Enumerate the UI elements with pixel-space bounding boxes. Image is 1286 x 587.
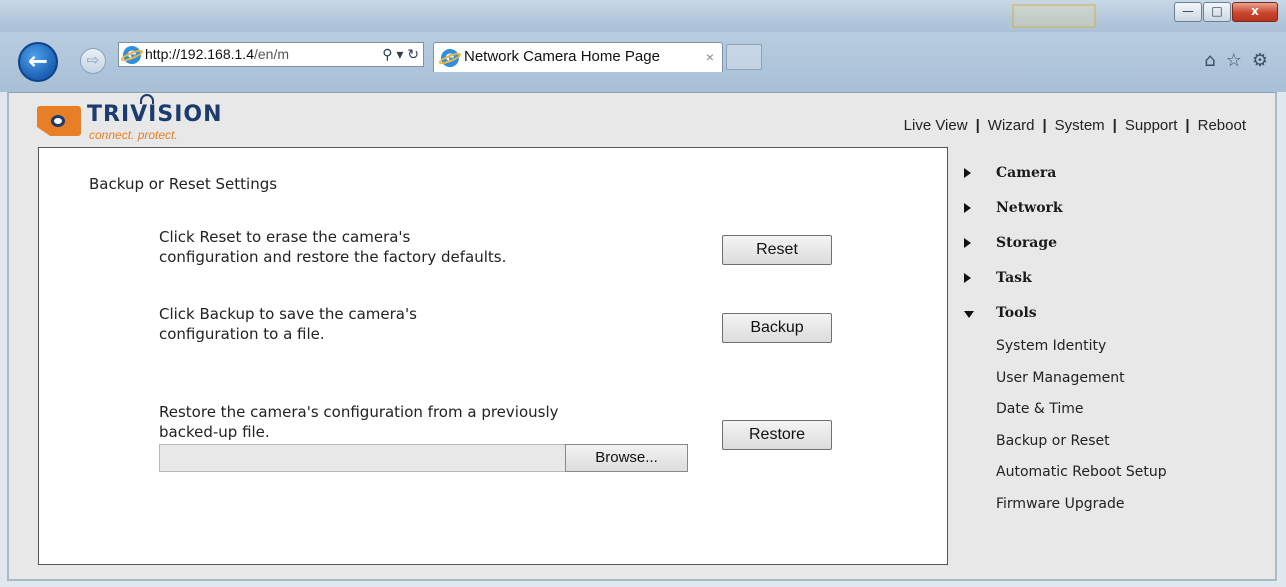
ie-tab-icon: e [437,49,463,67]
sidebar-item-network[interactable]: Network [964,196,1264,231]
page-title: Backup or Reset Settings [89,175,278,193]
top-navigation: Live View | Wizard | System | Support | Reboot [903,117,1246,134]
browse-button[interactable]: Browse... [565,444,688,472]
restore-button[interactable]: Restore [722,420,832,450]
expand-arrow-icon [964,273,971,283]
sidebar-subitem-user-management[interactable]: User Management [964,368,1264,400]
back-arrow-icon: ← [27,47,49,75]
tab-close-icon[interactable]: × [706,43,714,71]
search-icon[interactable]: ⚲ [382,46,392,62]
dropdown-arrow-icon[interactable]: ▾ [396,46,403,62]
favorites-star-icon[interactable]: ☆ [1226,50,1242,71]
restore-description: Restore the camera's configuration from … [159,403,559,441]
sidebar-item-task[interactable]: Task [964,266,1264,301]
sidebar-item-tools[interactable]: Tools [964,301,1264,336]
logo-name: TRIVISION [87,102,223,127]
nav-wizard[interactable]: Wizard [988,117,1035,134]
address-tools: ⚲ ▾ ↻ [382,43,419,66]
background-ribbon-box [1012,4,1096,28]
reset-button[interactable]: Reset [722,235,832,265]
settings-panel: Backup or Reset Settings Click Reset to … [38,147,948,565]
address-host: http://192.168.1.4 [145,46,254,62]
minimize-button[interactable]: — [1174,2,1202,22]
trivision-logo[interactable]: TRIVISION connect. protect. [37,94,237,142]
maximize-button[interactable]: □ [1203,2,1231,22]
close-window-button[interactable]: x [1232,2,1278,22]
refresh-icon[interactable]: ↻ [407,46,419,62]
nav-support[interactable]: Support [1125,117,1178,134]
address-bar[interactable]: e http://192.168.1.4/en/m ⚲ ▾ ↻ [118,42,424,67]
expand-arrow-icon [964,203,971,213]
ie-page-icon: e [119,46,145,64]
forward-arrow-icon: ⇨ [86,51,100,69]
file-path-field[interactable] [159,444,567,472]
back-button[interactable]: ← [18,42,58,82]
sidebar-item-camera[interactable]: Camera [964,161,1264,196]
home-icon[interactable]: ⌂ [1204,50,1215,71]
backup-description: Click Backup to save the camera's config… [159,305,417,343]
logo-tagline: connect. protect. [89,128,178,142]
collapse-arrow-icon [964,311,974,318]
sidebar-item-storage[interactable]: Storage [964,231,1264,266]
expand-arrow-icon [964,238,971,248]
browser-toolbar-icons: ⌂ ☆ ⚙ [1204,50,1268,71]
nav-live-view[interactable]: Live View [904,117,968,134]
nav-reboot[interactable]: Reboot [1198,117,1246,134]
window-title-bar[interactable]: — □ x [0,0,1286,32]
sidebar-subitem-auto-reboot[interactable]: Automatic Reboot Setup [964,462,1264,494]
browser-nav-bar: ← ⇨ e http://192.168.1.4/en/m ⚲ ▾ ↻ e Ne… [0,32,1286,92]
settings-gear-icon[interactable]: ⚙ [1252,50,1268,71]
web-page-content: TRIVISION connect. protect. Live View | Wi… [7,92,1277,581]
new-tab-button[interactable] [726,44,762,70]
sidebar-subitem-firmware-upgrade[interactable]: Firmware Upgrade [964,494,1264,526]
expand-arrow-icon [964,168,971,178]
tab-network-camera[interactable]: e Network Camera Home Page × [433,42,723,72]
window-controls: — □ x [1173,2,1278,22]
file-picker: Browse... [159,444,688,472]
backup-button[interactable]: Backup [722,313,832,343]
tab-title: Network Camera Home Page [464,48,660,65]
sidebar-subitem-backup-reset[interactable]: Backup or Reset [964,431,1264,463]
sidebar-subitem-date-time[interactable]: Date & Time [964,399,1264,431]
forward-button[interactable]: ⇨ [80,48,106,74]
side-navigation: Camera Network Storage Task Tools System… [964,161,1264,525]
address-path: /en/m [253,46,289,62]
reset-description: Click Reset to erase the camera's config… [159,228,507,266]
sidebar-subitem-system-identity[interactable]: System Identity [964,336,1264,368]
nav-system[interactable]: System [1055,117,1105,134]
logo-eye-icon [37,106,81,136]
